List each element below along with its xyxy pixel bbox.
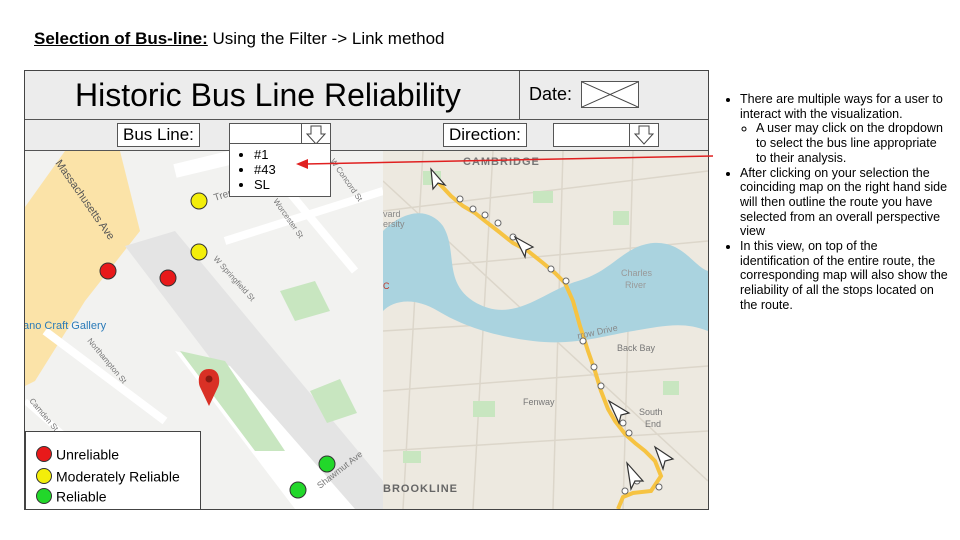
stop-marker-moderate[interactable] [190, 192, 208, 210]
map-edge-label: C [383, 281, 390, 291]
park [403, 451, 421, 463]
charles-river-label-2: River [625, 280, 646, 290]
legend-label: Moderately Reliable [56, 468, 180, 485]
reliability-legend: Unreliable Moderately Reliable Reliable [25, 431, 201, 509]
legend-label: Unreliable [56, 446, 120, 463]
bus-line-options-list[interactable]: #1 #43 SL [229, 143, 331, 197]
university-place-label: ersity [383, 219, 405, 229]
route-overview-map[interactable]: CAMBRIDGE vard ersity Charles River Back… [383, 151, 708, 509]
fenway-place-label: Fenway [523, 397, 555, 407]
date-label: Date: [529, 84, 573, 104]
bus-line-option[interactable]: #43 [254, 162, 330, 177]
header-divider [519, 71, 520, 119]
park [473, 401, 495, 417]
app-header: Historic Bus Line Reliability Date: [25, 71, 708, 120]
stop-marker-unreliable[interactable] [159, 269, 177, 287]
bus-line-label: Bus Line: [117, 123, 200, 147]
control-bar: Bus Line: Direction: [25, 120, 708, 151]
note-text: In this view, on top of the identificati… [740, 239, 948, 312]
slide-title-rest: Using the Filter -> Link method [207, 29, 445, 48]
south-end-place-label: South [639, 407, 663, 417]
chevron-down-icon[interactable] [629, 124, 658, 146]
note-text: A user may click on the dropdown to sele… [756, 121, 943, 165]
bus-line-option[interactable]: #1 [254, 147, 330, 162]
park [613, 211, 629, 225]
cambridge-place-label: CAMBRIDGE [463, 156, 540, 168]
note-text: After clicking on your selection the coi… [740, 165, 948, 239]
app-mockup: Historic Bus Line Reliability Date: Bus … [24, 70, 709, 510]
legend-label: Reliable [56, 488, 107, 505]
direction-label: Direction: [443, 123, 527, 147]
south-end-place-label-2: End [645, 419, 661, 429]
stop-marker-moderate[interactable] [190, 243, 208, 261]
gallery-place-label: ano Craft Gallery [25, 320, 107, 332]
legend-item-moderate: Moderately Reliable [36, 467, 180, 485]
bus-line-option[interactable]: SL [254, 177, 330, 192]
harvard-place-label: vard [383, 209, 401, 219]
park [663, 381, 679, 395]
placeholder-x-icon [581, 81, 639, 108]
note-text: There are multiple ways for a user to in… [740, 92, 943, 121]
app-title: Historic Bus Line Reliability [75, 77, 461, 113]
route-map-canvas: CAMBRIDGE vard ersity Charles River Back… [383, 151, 708, 509]
stop-marker-reliable[interactable] [289, 481, 307, 499]
date-picker[interactable] [581, 81, 639, 108]
red-dot-icon [36, 446, 52, 463]
direction-dropdown[interactable] [553, 123, 659, 147]
back-bay-place-label: Back Bay [617, 343, 656, 353]
yellow-dot-icon [36, 468, 52, 485]
legend-item-unreliable: Unreliable [36, 445, 119, 463]
charles-river-label: Charles [621, 268, 653, 278]
note-bullet: In this view, on top of the identificati… [740, 239, 950, 313]
legend-item-reliable: Reliable [36, 487, 107, 505]
stop-marker-reliable[interactable] [318, 455, 336, 473]
park [533, 191, 553, 203]
note-bullet: After clicking on your selection the coi… [740, 166, 950, 240]
note-sub-bullet: A user may click on the dropdown to sele… [756, 121, 950, 165]
stop-marker-unreliable[interactable] [99, 262, 117, 280]
note-bullet: There are multiple ways for a user to in… [740, 92, 950, 166]
slide-title: Selection of Bus-line: Using the Filter … [34, 29, 445, 49]
brookline-place-label: BROOKLINE [383, 483, 458, 495]
slide-title-bold: Selection of Bus-line: [34, 29, 208, 48]
speaker-notes: There are multiple ways for a user to in… [722, 92, 950, 313]
green-dot-icon [36, 488, 52, 505]
